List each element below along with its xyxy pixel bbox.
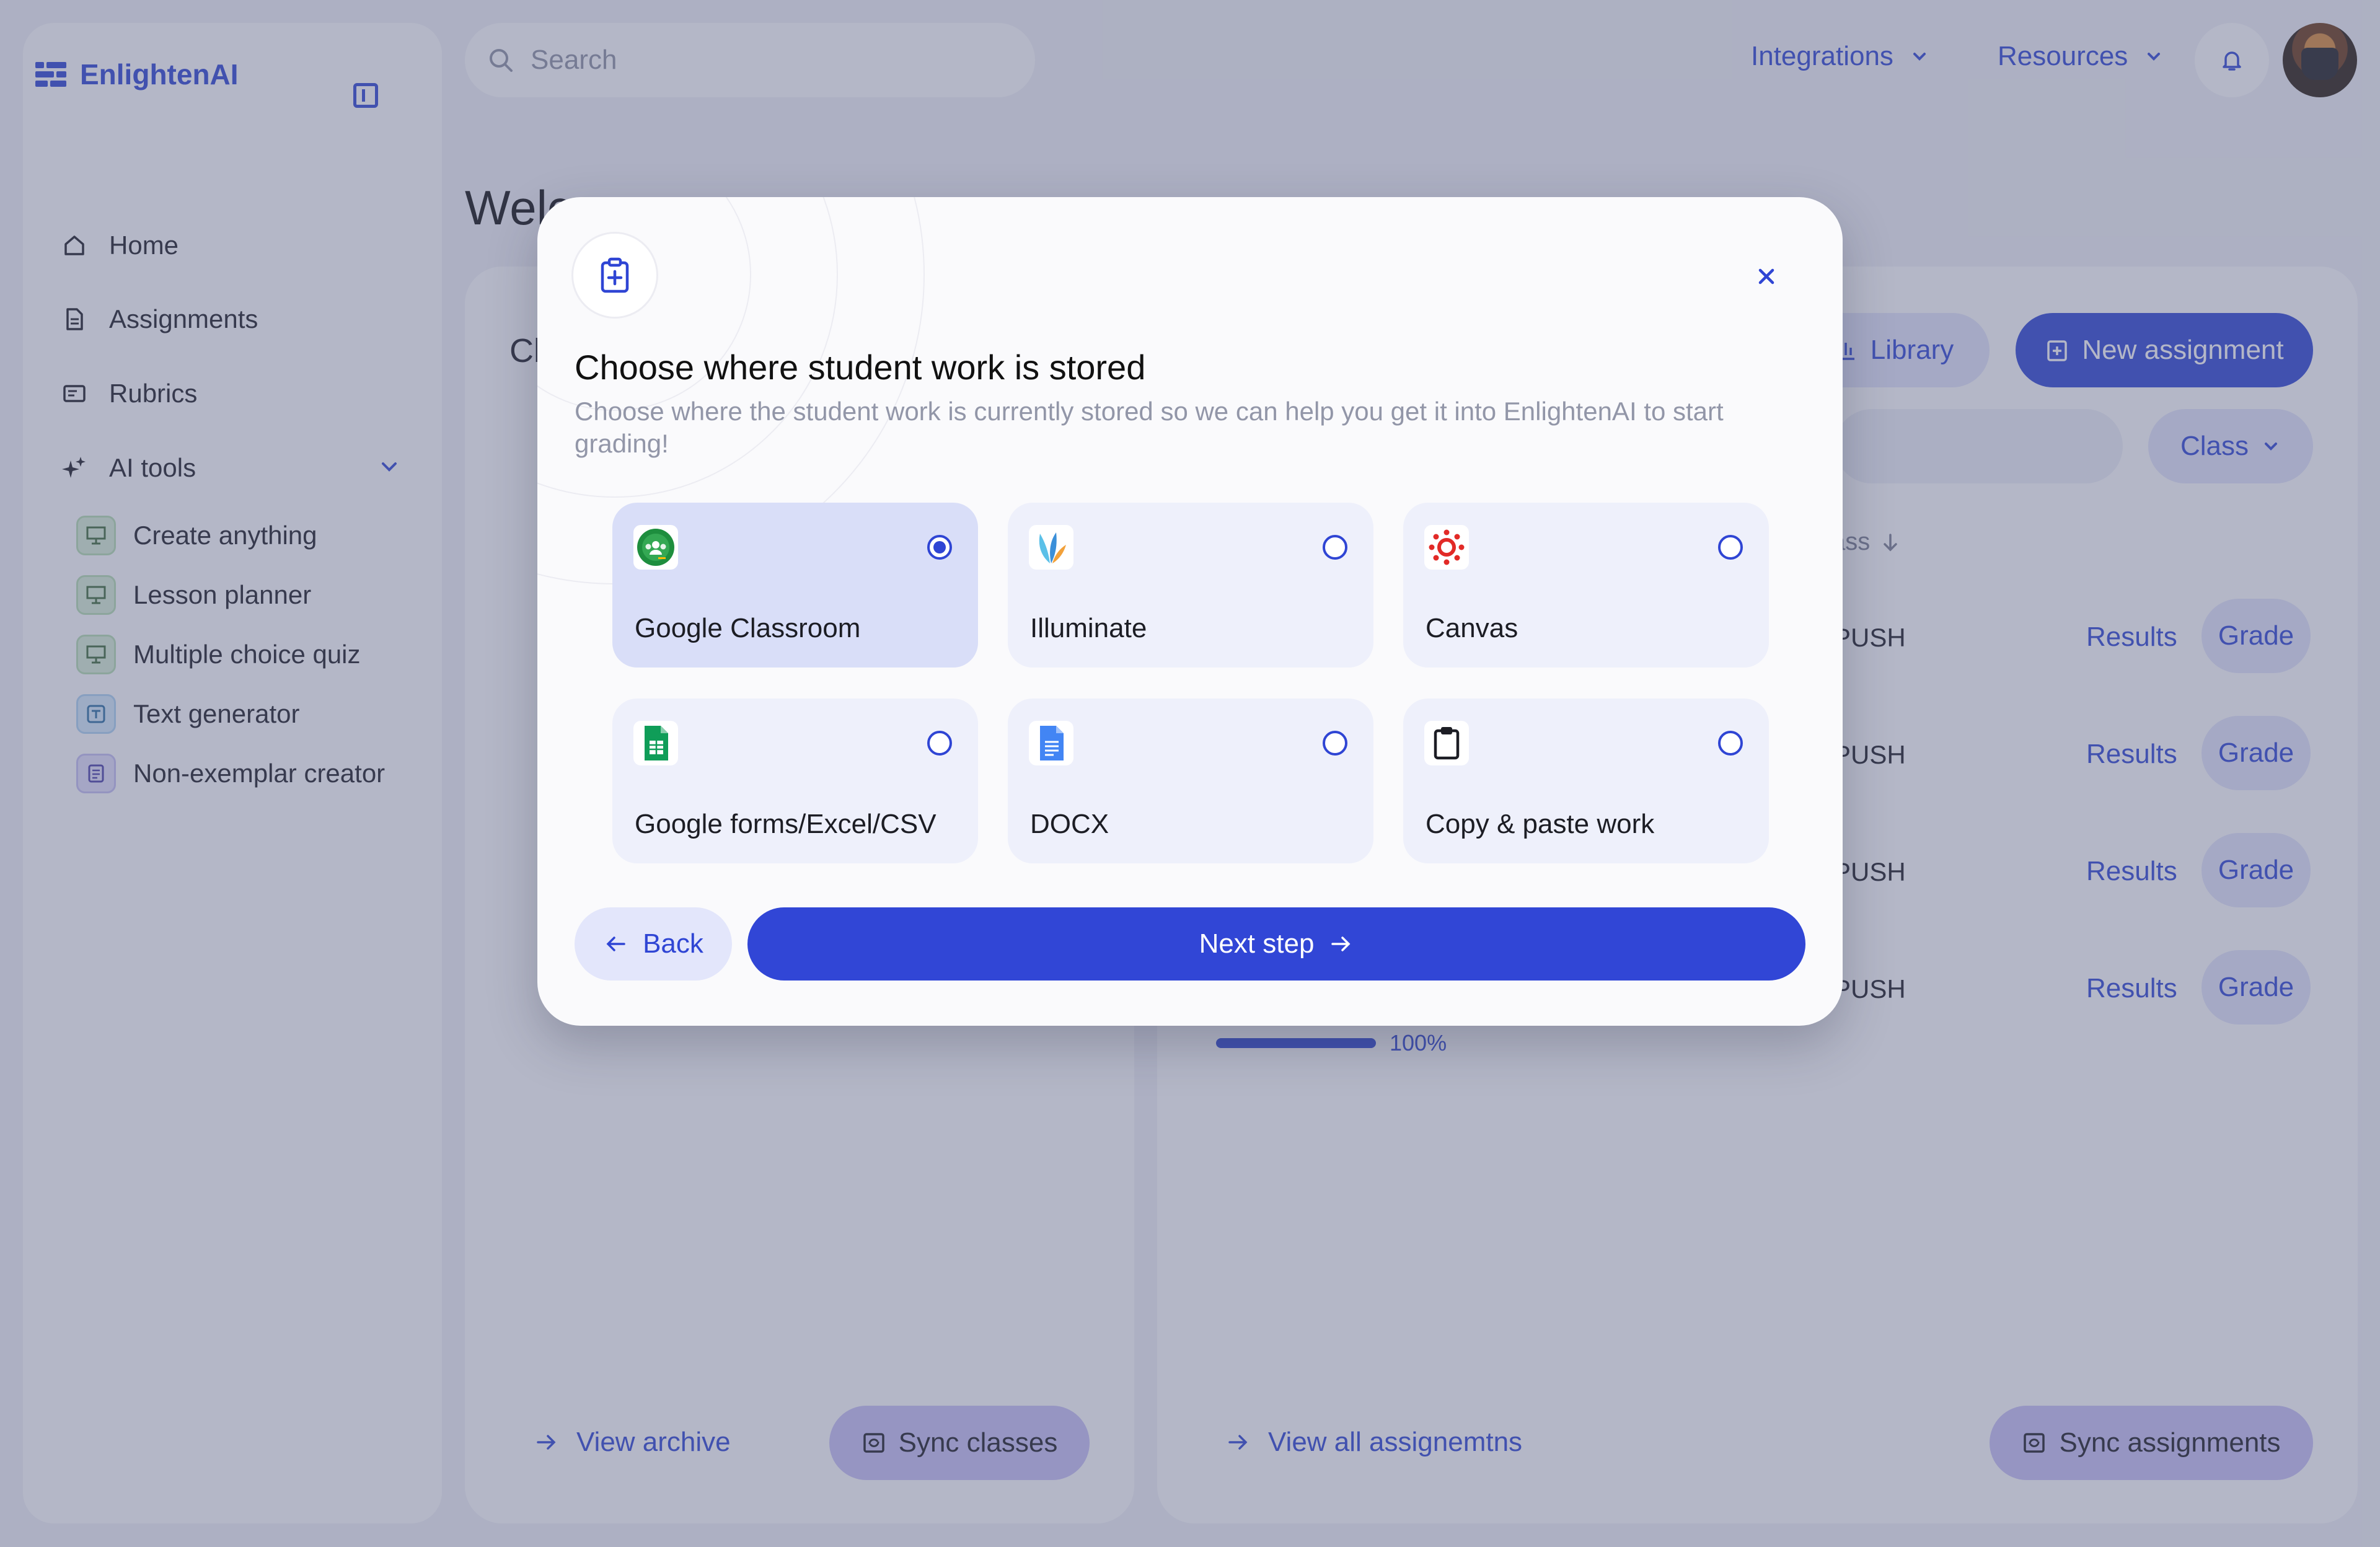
illuminate-icon <box>1029 525 1073 570</box>
next-step-label: Next step <box>1199 928 1315 959</box>
close-icon <box>1758 268 1774 284</box>
option-label: Illuminate <box>1030 613 1147 643</box>
option-docx[interactable]: DOCX <box>1008 699 1373 863</box>
option-google-classroom[interactable]: Google Classroom <box>612 503 978 668</box>
google-classroom-icon <box>633 525 678 570</box>
arrow-left-icon <box>606 937 625 951</box>
arrow-right-icon <box>1331 937 1351 951</box>
google-docs-icon <box>1029 721 1073 765</box>
modal-title: Choose where student work is stored <box>575 348 1146 387</box>
google-sheets-icon <box>633 721 678 765</box>
modal-subtitle: Choose where the student work is current… <box>575 397 1724 458</box>
radio-selected[interactable] <box>927 535 952 560</box>
next-step-button[interactable]: Next step <box>747 907 1805 981</box>
option-label: Canvas <box>1426 613 1518 643</box>
close-button[interactable] <box>1749 259 1784 294</box>
canvas-icon <box>1424 525 1469 570</box>
option-canvas[interactable]: Canvas <box>1403 503 1769 668</box>
option-illuminate[interactable]: Illuminate <box>1008 503 1373 668</box>
option-label: DOCX <box>1030 809 1109 839</box>
choose-storage-modal: Choose where student work is stored Choo… <box>537 197 1843 1026</box>
radio-unselected[interactable] <box>1718 535 1743 560</box>
option-label: Copy & paste work <box>1426 809 1655 839</box>
option-label: Google Classroom <box>635 613 861 643</box>
option-label: Google forms/Excel/CSV <box>635 809 937 839</box>
radio-unselected[interactable] <box>1323 535 1347 560</box>
radio-unselected[interactable] <box>1323 731 1347 756</box>
back-button[interactable]: Back <box>575 907 732 981</box>
add-assignment-badge <box>571 232 658 319</box>
clipboard-add-icon <box>601 257 629 293</box>
back-label: Back <box>643 928 703 959</box>
option-copy-paste-work[interactable]: Copy & paste work <box>1403 699 1769 863</box>
radio-unselected[interactable] <box>927 731 952 756</box>
clipboard-icon <box>1424 721 1469 765</box>
option-google-forms-excel-csv[interactable]: Google forms/Excel/CSV <box>612 699 978 863</box>
radio-unselected[interactable] <box>1718 731 1743 756</box>
